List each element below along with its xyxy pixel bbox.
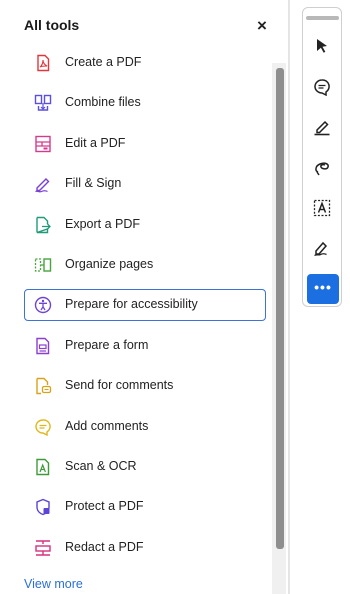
tool-fill-sign[interactable]: Fill & Sign — [24, 168, 266, 200]
comment-tool-button[interactable] — [309, 74, 335, 100]
scan-ocr-icon — [36, 458, 50, 476]
sign-tool-button[interactable] — [309, 235, 335, 261]
all-tools-panel: All tools × Create a PDF Combine files E… — [0, 0, 286, 594]
export-pdf-icon — [36, 216, 51, 233]
select-cursor-icon — [317, 39, 327, 53]
edit-pdf-icon — [35, 135, 51, 152]
tool-label: Prepare for accessibility — [65, 297, 198, 312]
tool-export-pdf[interactable]: Export a PDF — [24, 209, 266, 241]
text-tool-button[interactable] — [309, 195, 335, 221]
send-comments-icon — [36, 377, 52, 395]
tool-label: Protect a PDF — [65, 499, 144, 514]
fill-sign-icon — [35, 178, 50, 193]
organize-pages-icon — [34, 258, 52, 272]
tool-label: Send for comments — [65, 378, 174, 393]
tool-send-comments[interactable]: Send for comments — [24, 370, 266, 402]
sign-icon — [314, 241, 328, 257]
highlight-tool-button[interactable] — [309, 114, 335, 140]
tool-label: Prepare a form — [65, 337, 149, 352]
combine-files-icon — [34, 95, 52, 112]
tool-redact-pdf[interactable]: Redact a PDF — [24, 532, 266, 564]
create-pdf-icon — [37, 54, 50, 72]
tool-prepare-accessibility[interactable]: Prepare for accessibility — [24, 289, 266, 322]
prepare-form-icon — [36, 337, 50, 354]
tool-create-pdf[interactable]: Create a PDF — [24, 47, 266, 79]
tool-label: Redact a PDF — [65, 539, 144, 554]
tool-combine-files[interactable]: Combine files — [24, 87, 266, 119]
tool-label: Combine files — [65, 95, 141, 110]
tool-label: Fill & Sign — [65, 176, 122, 191]
tool-prepare-form[interactable]: Prepare a form — [24, 330, 266, 362]
tool-label: Edit a PDF — [65, 135, 126, 150]
tool-add-comments[interactable]: Add comments — [24, 411, 266, 443]
view-more-link[interactable]: View more — [24, 577, 83, 591]
draw-tool-button[interactable] — [309, 155, 335, 181]
close-button[interactable]: × — [254, 16, 270, 35]
add-comments-icon — [35, 418, 51, 436]
draw-freehand-icon — [315, 162, 329, 176]
tool-protect-pdf[interactable]: Protect a PDF — [24, 491, 266, 523]
tool-organize-pages[interactable]: Organize pages — [24, 249, 266, 281]
panel-title: All tools — [24, 17, 80, 33]
protect-pdf-icon — [36, 499, 50, 516]
panel-divider — [288, 0, 290, 594]
more-tools-button[interactable]: ••• — [307, 274, 339, 304]
highlight-pen-icon — [314, 120, 330, 136]
tool-label: Export a PDF — [65, 216, 141, 231]
text-box-icon — [313, 199, 331, 217]
tool-edit-pdf[interactable]: Edit a PDF — [24, 128, 266, 160]
accessibility-icon — [34, 297, 52, 314]
close-icon: × — [257, 16, 267, 35]
tool-label: Add comments — [65, 418, 149, 433]
select-tool-button[interactable] — [309, 33, 335, 59]
tool-label: Organize pages — [65, 256, 154, 271]
rail-drag-handle[interactable] — [306, 16, 339, 20]
tool-label: Scan & OCR — [65, 458, 137, 473]
tool-list: Create a PDF Combine files Edit a PDF Fi… — [24, 47, 266, 572]
comment-icon — [314, 79, 330, 96]
tool-label: Create a PDF — [65, 55, 142, 69]
scrollbar-thumb[interactable] — [276, 68, 284, 549]
more-icon: ••• — [314, 279, 332, 295]
tool-scan-ocr[interactable]: Scan & OCR — [24, 451, 266, 483]
redact-pdf-icon — [35, 539, 51, 556]
